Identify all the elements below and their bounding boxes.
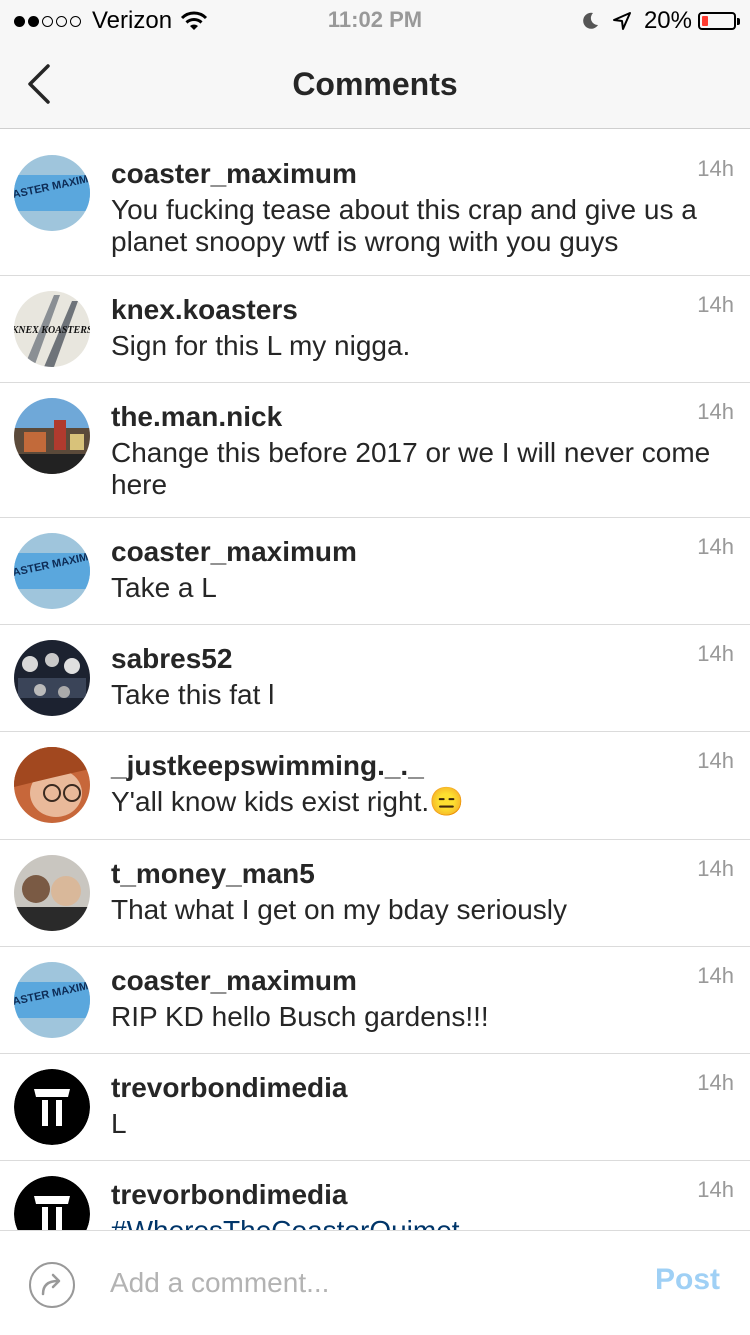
comment-list[interactable]: COASTER MAXIMUM coaster_maximum You fuck… [0, 140, 750, 1230]
comment-time: 14h [697, 534, 734, 559]
comment-time: 14h [697, 1070, 734, 1095]
location-arrow-icon [612, 12, 631, 30]
comment-time: 14h [697, 292, 734, 317]
comment-username[interactable]: _justkeepswimming._._ [111, 750, 424, 782]
avatar-trevorbondimedia[interactable] [14, 1176, 90, 1230]
status-bar: Verizon 11:02 PM 20% [0, 0, 750, 40]
comment-username[interactable]: trevorbondimedia [111, 1179, 347, 1211]
comment-text: That what I get on my bday seriously [111, 894, 567, 925]
post-button[interactable]: Post [655, 1263, 720, 1297]
comment-time: 14h [697, 963, 734, 988]
avatar-knex-koasters[interactable]: KNEX KOASTERS [14, 291, 90, 367]
avatar-t-money-man5[interactable] [14, 855, 90, 931]
avatar-coaster-maximum[interactable]: COASTER MAXIMUM [14, 155, 90, 231]
comment-username[interactable]: coaster_maximum [111, 158, 357, 190]
comment-row[interactable]: sabres52 Take this fat l 14h [0, 625, 750, 732]
comment-time: 14h [697, 156, 734, 181]
avatar-the-man-nick[interactable] [14, 398, 90, 474]
comment-row[interactable]: _justkeepswimming._._ Y'all know kids ex… [0, 732, 750, 840]
nav-bar: Comments [0, 40, 750, 129]
comment-text: Change this before 2017 or we I will nev… [111, 437, 711, 500]
share-arrow-icon[interactable] [28, 1261, 76, 1309]
comment-text: Y'all know kids exist right.😑 [111, 786, 464, 817]
comment-row[interactable]: the.man.nick Change this before 2017 or … [0, 383, 750, 518]
comment-username[interactable]: coaster_maximum [111, 965, 357, 997]
comment-row[interactable]: COASTER MAXIMUM coaster_maximum You fuck… [0, 140, 750, 276]
comment-row[interactable]: COASTER MAXIMUM coaster_maximum Take a L… [0, 518, 750, 625]
avatar-sabres52[interactable] [14, 640, 90, 716]
comment-input[interactable] [110, 1263, 610, 1303]
comment-text: Sign for this L my nigga. [111, 330, 411, 361]
comment-time: 14h [697, 1177, 734, 1202]
avatar-coaster-maximum[interactable]: COASTER MAXIMUM [14, 533, 90, 609]
comment-time: 14h [697, 856, 734, 881]
status-right: 20% [580, 7, 740, 35]
avatar-trevorbondimedia[interactable] [14, 1069, 90, 1145]
comment-text: You fucking tease about this crap and gi… [111, 194, 697, 257]
avatar-justkeepswimming[interactable] [14, 747, 90, 823]
comment-text: RIP KD hello Busch gardens!!! [111, 1001, 489, 1032]
comment-text: Take this fat l [111, 679, 275, 710]
avatar-coaster-maximum[interactable]: COASTER MAXIMUM [14, 962, 90, 1038]
comment-row[interactable]: t_money_man5 That what I get on my bday … [0, 840, 750, 947]
comment-row[interactable]: trevorbondimedia #WheresTheCoasterQuimet… [0, 1161, 750, 1230]
comment-time: 14h [697, 641, 734, 666]
moon-icon [583, 12, 598, 29]
comment-username[interactable]: coaster_maximum [111, 536, 357, 568]
comment-username[interactable]: sabres52 [111, 643, 232, 675]
comment-row[interactable]: KNEX KOASTERS knex.koasters Sign for thi… [0, 276, 750, 383]
comment-composer: Post [0, 1230, 750, 1335]
comment-time: 14h [697, 748, 734, 773]
battery-icon [698, 12, 740, 30]
comment-username[interactable]: trevorbondimedia [111, 1072, 347, 1104]
comment-row[interactable]: COASTER MAXIMUM coaster_maximum RIP KD h… [0, 947, 750, 1054]
comment-text: L [111, 1108, 127, 1139]
comment-username[interactable]: the.man.nick [111, 401, 282, 433]
comment-hashtag-link[interactable]: #WheresTheCoasterQuimet [111, 1215, 731, 1230]
comment-username[interactable]: t_money_man5 [111, 858, 315, 890]
page-title: Comments [292, 66, 458, 102]
comment-text: Take a L [111, 572, 217, 603]
comment-row[interactable]: trevorbondimedia L 14h [0, 1054, 750, 1161]
comment-username[interactable]: knex.koasters [111, 294, 298, 326]
svg-text:KNEX KOASTERS: KNEX KOASTERS [14, 325, 90, 336]
comment-time: 14h [697, 399, 734, 424]
battery-percent: 20% [643, 7, 692, 34]
